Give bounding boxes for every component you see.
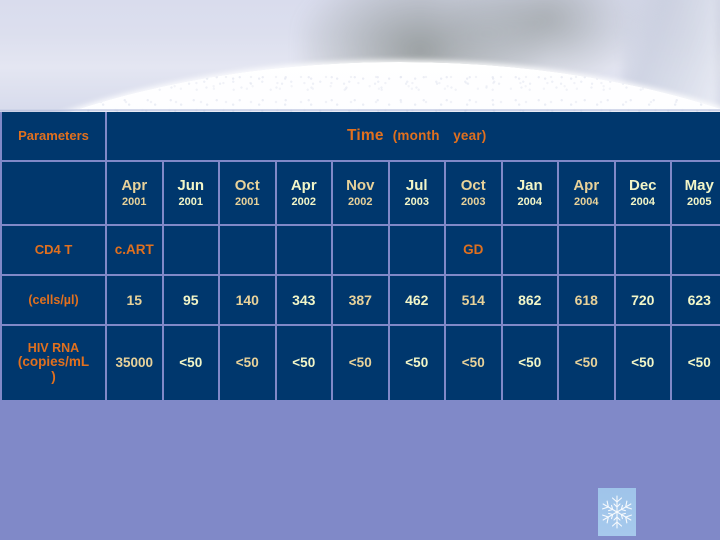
month-label: May <box>684 176 714 194</box>
cart-marker-label: c.ART <box>114 241 154 257</box>
year-label: 2003 <box>461 195 486 208</box>
month-label: Apr <box>121 176 148 194</box>
table-row: (cells/µl) 15 95 140 343 387 462 514 862… <box>2 276 720 324</box>
hiv-rna-value-9: <50 <box>615 326 670 400</box>
cd4-row-label-cell: CD4 T <box>2 226 105 274</box>
marker-spacer-1 <box>163 226 218 274</box>
hiv-rna-value-0: 35000 <box>107 326 162 400</box>
month-label: Jan <box>516 176 543 194</box>
cd4-units-cell: (cells/µl) <box>2 276 105 324</box>
cd4-units-label: (cells/µl) <box>28 292 79 307</box>
marker-spacer-3 <box>276 226 331 274</box>
table-row: Parameters Time (month year) <box>2 112 720 160</box>
year-label: 2005 <box>687 195 712 208</box>
year-label: 2001 <box>178 195 203 208</box>
marker-spacer-2 <box>220 226 275 274</box>
clinical-data-table: Parameters Time (month year) Apr 2001 Ju… <box>0 110 720 402</box>
marker-spacer-4 <box>333 226 388 274</box>
year-label: 2002 <box>348 195 373 208</box>
cd4-value-7: 862 <box>502 276 557 324</box>
time-header-label: Time <box>347 126 384 144</box>
column-header-8: Apr 2004 <box>559 162 614 224</box>
parameters-header-cell: Parameters <box>2 112 105 160</box>
cd4-value-6: 514 <box>446 276 501 324</box>
month-label: Dec <box>628 176 657 194</box>
gd-marker-cell: GD <box>446 226 501 274</box>
cd4-value-1: 95 <box>163 276 218 324</box>
year-label: 2004 <box>574 195 599 208</box>
hiv-rna-value-4: <50 <box>333 326 388 400</box>
cart-marker-cell: c.ART <box>107 226 162 274</box>
hiv-rna-value-1: <50 <box>163 326 218 400</box>
hiv-rna-value-3: <50 <box>276 326 331 400</box>
hiv-rna-label-cell: HIV RNA (copies/mL ) <box>2 326 105 400</box>
column-header-10: May 2005 <box>672 162 720 224</box>
hiv-rna-value-7: <50 <box>502 326 557 400</box>
column-header-5: Jul 2003 <box>389 162 444 224</box>
hiv-rna-label-line2: (copies/mL <box>17 354 90 370</box>
column-header-6: Oct 2003 <box>446 162 501 224</box>
cd4-row-label-line1: CD4 T <box>34 242 73 258</box>
cd4-value-5: 462 <box>389 276 444 324</box>
table-row: HIV RNA (copies/mL ) 35000 <50 <50 <50 <… <box>2 326 720 400</box>
year-label: 2004 <box>517 195 542 208</box>
column-header-0: Apr 2001 <box>107 162 162 224</box>
winter-background-photo <box>0 0 720 112</box>
column-header-4: Nov 2002 <box>333 162 388 224</box>
month-label: Apr <box>290 176 317 194</box>
hiv-rna-value-5: <50 <box>389 326 444 400</box>
column-header-7: Jan 2004 <box>502 162 557 224</box>
hiv-rna-value-8: <50 <box>559 326 614 400</box>
year-label: 2001 <box>235 195 260 208</box>
year-label: 2003 <box>404 195 429 208</box>
column-header-1: Jun 2001 <box>163 162 218 224</box>
snowflake-icon <box>598 488 636 536</box>
month-label: Jun <box>177 176 205 194</box>
clinical-data-table-wrapper: Parameters Time (month year) Apr 2001 Ju… <box>0 110 720 402</box>
month-label: Apr <box>573 176 600 194</box>
marker-spacer-8 <box>559 226 614 274</box>
hiv-rna-value-10: <50 <box>672 326 720 400</box>
table-row: CD4 T c.ART GD <box>2 226 720 274</box>
time-header-cell: Time (month year) <box>107 112 720 160</box>
hiv-rna-value-2: <50 <box>220 326 275 400</box>
column-header-3: Apr 2002 <box>276 162 331 224</box>
cd4-value-10: 623 <box>672 276 720 324</box>
cd4-value-4: 387 <box>333 276 388 324</box>
slide-canvas: Parameters Time (month year) Apr 2001 Ju… <box>0 0 720 540</box>
marker-spacer-7 <box>502 226 557 274</box>
time-header-unit-close: year) <box>453 127 487 143</box>
time-header-unit-open: (month <box>392 127 440 143</box>
cd4-value-2: 140 <box>220 276 275 324</box>
year-label: 2001 <box>122 195 147 208</box>
cd4-value-0: 15 <box>107 276 162 324</box>
column-header-9: Dec 2004 <box>615 162 670 224</box>
parameters-header-label: Parameters <box>18 128 89 144</box>
cd4-value-8: 618 <box>559 276 614 324</box>
month-label: Oct <box>460 176 486 194</box>
year-label: 2004 <box>630 195 655 208</box>
month-label: Oct <box>234 176 260 194</box>
empty-corner-cell <box>2 162 105 224</box>
table-row: Apr 2001 Jun 2001 Oct 2001 Apr 2002 Nov <box>2 162 720 224</box>
hiv-rna-label-line3: ) <box>51 368 56 384</box>
marker-spacer-10 <box>672 226 720 274</box>
month-label: Jul <box>405 176 428 194</box>
column-header-2: Oct 2001 <box>220 162 275 224</box>
marker-spacer-9 <box>615 226 670 274</box>
month-label: Nov <box>346 176 375 194</box>
year-label: 2002 <box>291 195 316 208</box>
gd-marker-label: GD <box>463 241 484 257</box>
cd4-value-3: 343 <box>276 276 331 324</box>
marker-spacer-5 <box>389 226 444 274</box>
hiv-rna-value-6: <50 <box>446 326 501 400</box>
cd4-value-9: 720 <box>615 276 670 324</box>
